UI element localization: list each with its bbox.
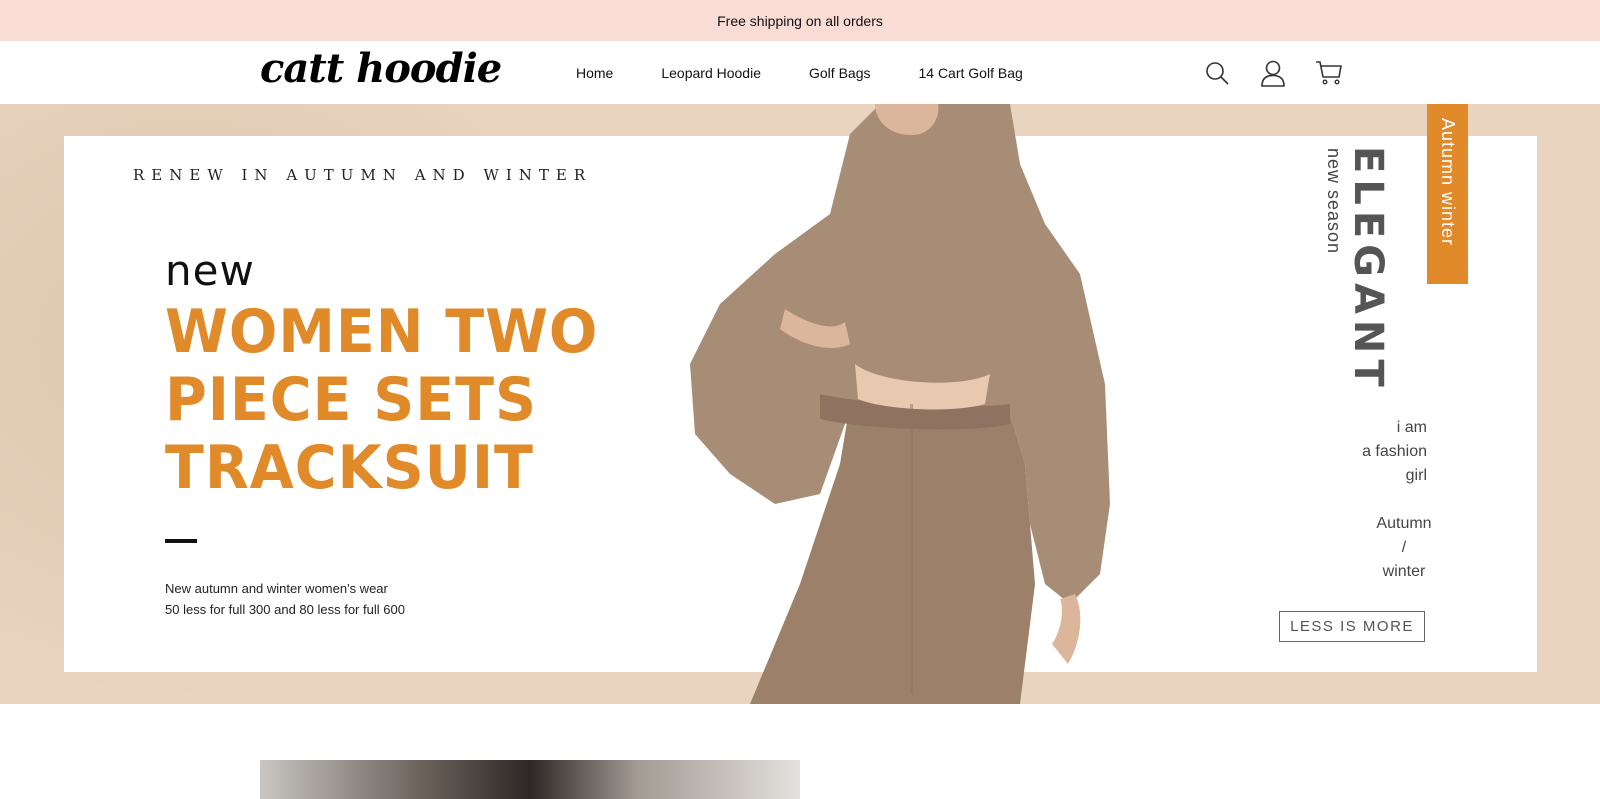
main-nav: Home Leopard Hoodie Golf Bags 14 Cart Go… bbox=[576, 41, 1071, 104]
desc-line-2: 50 less for full 300 and 80 less for ful… bbox=[165, 602, 405, 617]
less-is-more-badge: LESS IS MORE bbox=[1279, 611, 1425, 642]
side-line-girl: girl bbox=[1405, 467, 1427, 484]
hero-kicker: RENEW IN AUTUMN AND WINTER bbox=[133, 166, 593, 184]
nav-home[interactable]: Home bbox=[576, 65, 613, 81]
nav-leopard-hoodie[interactable]: Leopard Hoodie bbox=[661, 65, 761, 81]
autumn-winter-tag: Autumn winter bbox=[1427, 104, 1468, 284]
headline-line-2: PIECE SETS bbox=[165, 365, 537, 435]
side-line-i-am: i am bbox=[1396, 419, 1427, 436]
side-line-winter: winter bbox=[1382, 563, 1426, 580]
site-header: catt hoodie Home Leopard Hoodie Golf Bag… bbox=[0, 41, 1600, 104]
nav-golf-bags[interactable]: Golf Bags bbox=[809, 65, 870, 81]
autumn-winter-label: Autumn winter bbox=[1438, 118, 1458, 247]
side-line-slash: / bbox=[1401, 539, 1407, 556]
cart-icon[interactable] bbox=[1312, 56, 1346, 90]
headline-line-1: WOMEN TWO bbox=[165, 297, 599, 367]
header-icons bbox=[1200, 56, 1368, 90]
hero-headline: WOMEN TWO PIECE SETS TRACKSUIT bbox=[165, 298, 598, 502]
announcement-text: Free shipping on all orders bbox=[717, 12, 883, 29]
side-line-a-fashion: a fashion bbox=[1362, 443, 1427, 460]
model-photo bbox=[690, 104, 1110, 704]
announcement-bar: Free shipping on all orders bbox=[0, 0, 1600, 41]
desc-line-1: New autumn and winter women's wear bbox=[165, 581, 388, 596]
hero-new-tag: new bbox=[165, 246, 255, 295]
hero-new-season: new season bbox=[1324, 148, 1344, 255]
site-logo[interactable]: catt hoodie bbox=[260, 45, 502, 92]
hero-side-text: i am a fashion girl Autumn / winter bbox=[1362, 416, 1432, 584]
nav-14-cart-golf-bag[interactable]: 14 Cart Golf Bag bbox=[918, 65, 1022, 81]
hero-elegant-text: ELEGANT bbox=[1345, 146, 1391, 393]
hero-dash bbox=[165, 539, 197, 543]
account-icon[interactable] bbox=[1256, 56, 1290, 90]
headline-line-3: TRACKSUIT bbox=[165, 433, 534, 503]
search-icon[interactable] bbox=[1200, 56, 1234, 90]
product-image-preview[interactable] bbox=[260, 760, 800, 799]
side-line-autumn: Autumn bbox=[1376, 515, 1432, 532]
hero-description: New autumn and winter women's wear 50 le… bbox=[165, 578, 405, 620]
